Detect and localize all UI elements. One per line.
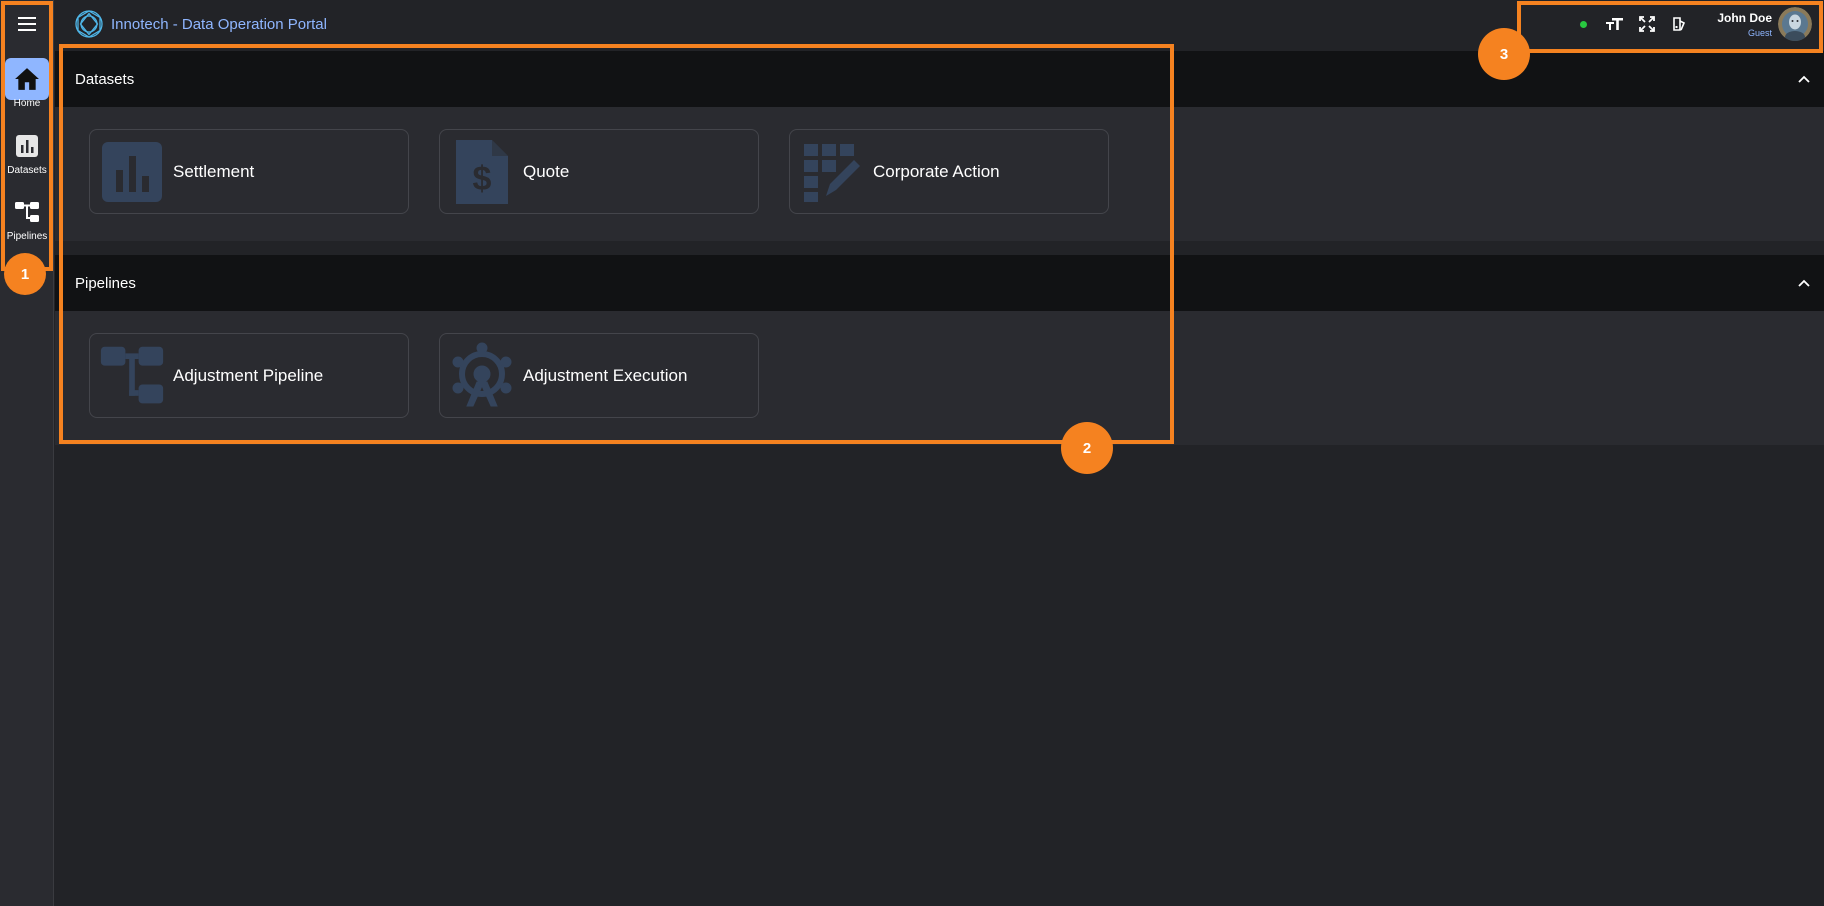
font-size-icon (1606, 18, 1624, 30)
theme-toggle-button[interactable] (1668, 13, 1690, 35)
dataset-card-settlement[interactable]: Settlement (89, 129, 409, 214)
app-title: Innotech - Data Operation Portal (111, 15, 327, 33)
card-icon-wrap (449, 342, 515, 409)
home-icon (15, 68, 39, 90)
chevron-up-icon[interactable] (1798, 75, 1810, 83)
section-title: Pipelines (75, 274, 136, 292)
bar-chart-icon (102, 141, 162, 202)
dataset-card-quote[interactable]: $ Quote (439, 129, 759, 214)
network-hub-icon (452, 342, 512, 406)
pipelines-section: Pipelines Adjustment Pipeline Adjustment… (55, 255, 1824, 445)
fullscreen-button[interactable] (1636, 13, 1658, 35)
home-icon-wrap (5, 58, 49, 100)
sidebar-item-pipelines[interactable]: Pipelines (4, 187, 50, 245)
hamburger-icon (18, 17, 36, 31)
sidebar-item-home[interactable]: Home (4, 54, 50, 112)
fullscreen-icon (1639, 16, 1656, 32)
font-size-button[interactable] (1604, 13, 1626, 35)
card-icon-wrap (99, 343, 165, 409)
sidebar: Home Datasets Pipelines (0, 0, 54, 906)
svg-text:$: $ (473, 160, 492, 198)
bar-chart-icon (16, 135, 38, 157)
sidebar-item-label: Datasets (7, 165, 47, 176)
menu-button[interactable] (0, 0, 54, 48)
chevron-up-icon[interactable] (1798, 279, 1810, 287)
avatar-image (1778, 7, 1812, 41)
pipeline-icon (100, 346, 164, 403)
card-label: Adjustment Pipeline (173, 365, 324, 385)
sidebar-item-label: Pipelines (6, 231, 48, 242)
section-title: Datasets (75, 70, 135, 88)
card-label: Corporate Action (873, 161, 1000, 181)
pipeline-icon (15, 202, 39, 222)
datasets-section-body: Settlement $ Quote Corporate Action (55, 107, 1824, 241)
datasets-section: Datasets Settlement $ Quote Corporate Ac… (55, 51, 1824, 241)
pipelines-icon-wrap (5, 191, 49, 233)
card-label: Adjustment Execution (523, 365, 688, 385)
card-icon-wrap (799, 139, 865, 205)
pipeline-card-adjustment-execution[interactable]: Adjustment Execution (439, 333, 759, 418)
sidebar-item-datasets[interactable]: Datasets (4, 121, 50, 179)
theme-icon (1673, 17, 1686, 31)
card-label: Settlement (173, 161, 255, 181)
dataset-card-corporate-action[interactable]: Corporate Action (789, 129, 1109, 214)
logo-icon (75, 10, 103, 38)
user-name: John Doe (1717, 10, 1772, 25)
avatar[interactable] (1778, 7, 1812, 41)
pipelines-section-body: Adjustment Pipeline Adjustment Execution (55, 311, 1824, 445)
datasets-section-header[interactable]: Datasets (55, 51, 1824, 107)
user-info[interactable]: John Doe Guest (1717, 11, 1772, 38)
card-icon-wrap (99, 139, 165, 205)
pipelines-section-header[interactable]: Pipelines (55, 255, 1824, 311)
card-icon-wrap: $ (449, 139, 515, 205)
header-actions: John Doe Guest (1580, 6, 1812, 42)
card-label: Quote (523, 161, 570, 181)
datasets-icon-wrap (5, 125, 49, 167)
pipeline-card-adjustment-pipeline[interactable]: Adjustment Pipeline (89, 333, 409, 418)
grid-edit-icon (804, 143, 860, 202)
user-role: Guest (1747, 27, 1772, 38)
invoice-dollar-icon: $ (456, 139, 508, 204)
top-bar: Innotech - Data Operation Portal John Do… (55, 0, 1824, 50)
status-indicator (1580, 20, 1588, 28)
brand[interactable]: Innotech - Data Operation Portal (73, 8, 327, 40)
sidebar-item-label: Home (13, 98, 41, 109)
